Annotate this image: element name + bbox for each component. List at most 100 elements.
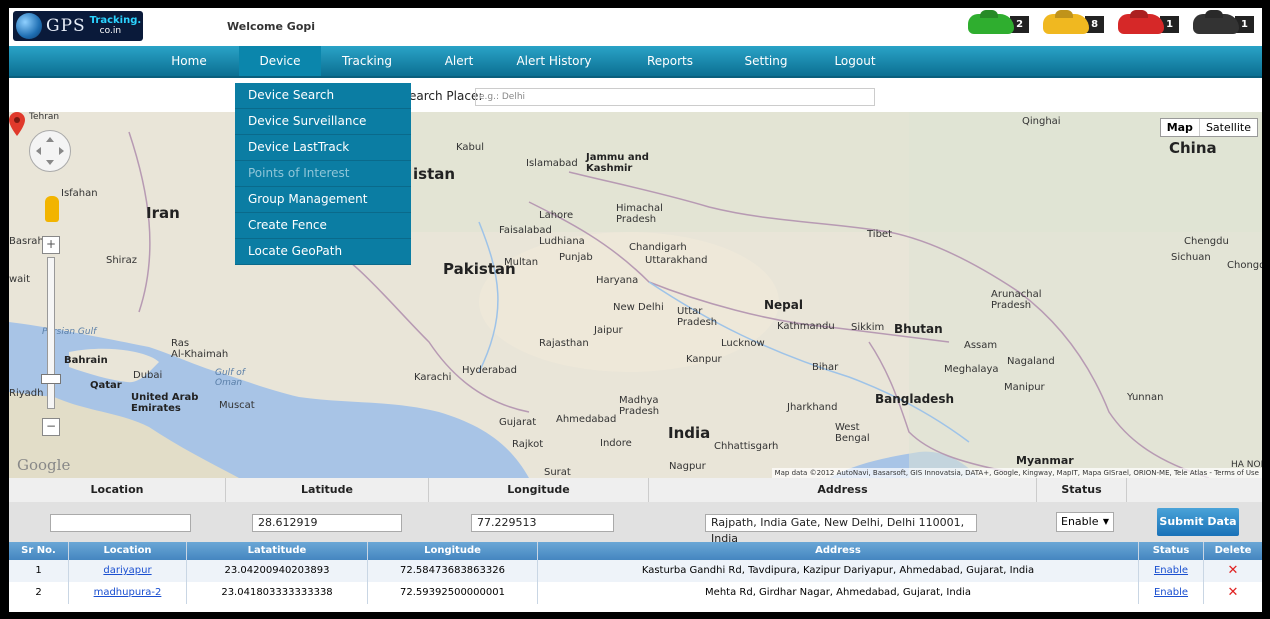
cell-sr: 1 [9,560,69,582]
col-delete: Delete [1214,545,1252,556]
nav-reports[interactable]: Reports [635,46,705,76]
map-label: Chengdu [1184,236,1229,247]
map-label: Riyadh [9,388,44,399]
pan-arrows-icon [36,137,64,165]
main-nav: Home Device Tracking Alert Alert History… [9,46,1262,78]
map-label: Ahmedabad [556,414,617,425]
zoom-out-button[interactable]: − [42,418,60,436]
map-label: Bahrain [64,355,108,366]
map-label: Yunnan [1127,392,1164,403]
map-label: Lucknow [721,338,765,349]
device-dropdown-menu: Device Search Device Surveillance Device… [235,83,411,265]
longitude-input[interactable]: 77.229513 [471,514,614,532]
menu-group-management[interactable]: Group Management [235,187,411,213]
menu-create-fence[interactable]: Create Fence [235,213,411,239]
address-input[interactable]: Rajpath, India Gate, New Delhi, Delhi 11… [705,514,977,545]
map-label: Meghalaya [944,364,999,375]
map-label: Indore [600,438,632,449]
map-label: Nagpur [669,461,706,472]
map-label: Himachal Pradesh [616,203,663,225]
menu-device-lasttrack[interactable]: Device LastTrack [235,135,411,161]
form-header-status: Status [1037,478,1127,502]
nav-alert[interactable]: Alert [429,46,489,76]
map-label: istan [413,165,456,183]
nav-logout[interactable]: Logout [821,46,889,76]
form-header-latitude: Latitude [226,478,429,502]
nav-setting[interactable]: Setting [731,46,801,76]
map-label: Chhattisgarh [714,441,779,452]
submit-data-button[interactable]: Submit Data [1157,508,1239,536]
car-black-count[interactable]: 1 [1193,14,1254,34]
map-label: West Bengal [835,422,870,444]
cell-status-link[interactable]: Enable [1139,560,1204,582]
nav-device[interactable]: Device [239,46,321,76]
map-label: Iran [146,204,180,222]
map-label: Jaipur [594,325,623,336]
map-label: Tibet [867,229,892,240]
status-select[interactable]: Enable ▼ [1056,512,1114,532]
cell-status-link[interactable]: Enable [1139,582,1204,604]
map-label: Muscat [219,400,255,411]
table-row: 1 dariyapur 23.04200940203893 72.5847368… [9,560,1262,582]
map-label: Sichuan [1171,252,1211,263]
car-icon [1118,14,1165,34]
zoom-slider-knob[interactable] [41,374,61,384]
nav-home[interactable]: Home [159,46,219,76]
google-logo: Google [17,456,71,474]
menu-points-of-interest[interactable]: Points of Interest [235,161,411,187]
menu-device-search[interactable]: Device Search [235,83,411,109]
street-view-pegman-icon[interactable] [45,196,59,222]
table-row: 2 madhupura-2 23.041803333333338 72.5939… [9,582,1262,604]
car-red-count[interactable]: 1 [1118,14,1180,34]
logo-domain: co.in [99,26,122,36]
map-label: Bhutan [894,322,943,336]
map-label: Ludhiana [539,236,585,247]
map-type-satellite-button[interactable]: Satellite [1200,119,1257,136]
globe-icon [16,13,42,39]
map-label: Madhya Pradesh [619,395,660,417]
cell-longitude: 72.58473683863326 [368,560,538,582]
location-pin-icon[interactable] [9,112,25,136]
chevron-down-icon: ▼ [1102,517,1109,526]
map-label: Haryana [596,275,639,286]
latitude-input[interactable]: 28.612919 [252,514,402,532]
menu-locate-geopath[interactable]: Locate GeoPath [235,239,411,265]
map-label: Multan [504,257,539,268]
zoom-in-button[interactable]: + [42,236,60,254]
location-input[interactable] [50,514,191,532]
map-view[interactable]: China Iran Pakistan India istan Qinghai … [9,112,1262,478]
map-type-map-button[interactable]: Map [1161,119,1200,136]
map-label: Kathmandu [777,321,835,332]
form-header-longitude: Longitude [429,478,649,502]
zoom-slider-track[interactable] [47,257,55,409]
cell-longitude: 72.59392500000001 [368,582,538,604]
map-label: India [668,424,711,442]
car-yellow-count[interactable]: 8 [1043,14,1105,34]
car-green-count[interactable]: 2 [968,14,1030,34]
location-table: Sr No. Location Latatitude Longitude Add… [9,542,1262,604]
map-label: wait [9,274,31,285]
search-place-input[interactable]: e.g.: Delhi [475,88,875,106]
map-label: Nepal [764,298,803,312]
pan-control[interactable] [29,130,71,172]
menu-device-surveillance[interactable]: Device Surveillance [235,109,411,135]
map-label: Surat [544,467,571,478]
nav-alert-history[interactable]: Alert History [504,46,604,76]
welcome-text: Welcome Gopi [227,20,316,33]
col-latitude: Latatitude [187,542,368,560]
delete-icon[interactable]: ✕ [1204,560,1262,582]
header: GPS Tracking. co.in Welcome Gopi 2 8 1 1 [9,8,1262,46]
map-label: Isfahan [61,188,98,199]
cell-address: Mehta Rd, Girdhar Nagar, Ahmedabad, Guja… [538,582,1139,604]
logo[interactable]: GPS Tracking. co.in [13,11,143,41]
cell-location-link[interactable]: madhupura-2 [69,582,187,604]
form-header-address: Address [649,478,1037,502]
map-label: China [1169,139,1217,157]
logo-gps: GPS [46,16,86,36]
delete-icon[interactable]: ✕ [1204,582,1262,604]
map-label: Karachi [414,372,452,383]
nav-tracking[interactable]: Tracking [327,46,407,76]
car-icon [1043,14,1090,34]
map-label: Rajkot [512,439,544,450]
cell-location-link[interactable]: dariyapur [69,560,187,582]
